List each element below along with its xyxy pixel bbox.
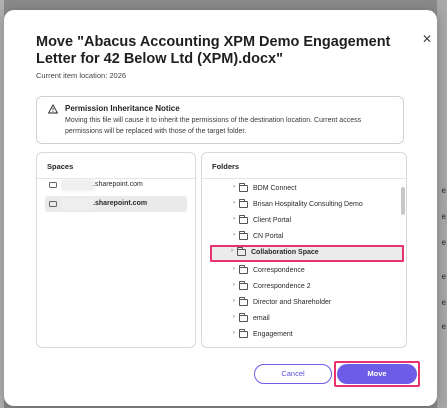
folder-item-selected[interactable]: › Collaboration Space: [210, 245, 404, 262]
chevron-right-icon[interactable]: ›: [233, 330, 235, 336]
dialog-title: Move "Abacus Accounting XPM Demo Engagem…: [36, 34, 391, 67]
folder-label: Director and Shareholder: [253, 299, 332, 306]
move-dialog: ✕ Move "Abacus Accounting XPM Demo Engag…: [4, 10, 437, 406]
chevron-right-icon[interactable]: ›: [231, 248, 233, 254]
spaces-panel: Spaces .sharepoint.com .sharepoint.com: [36, 152, 196, 348]
folder-item[interactable]: › Engagement: [212, 327, 406, 343]
folder-icon: [239, 265, 248, 274]
close-button[interactable]: ✕: [419, 30, 435, 48]
permission-notice: Permission Inheritance Notice Moving thi…: [36, 96, 404, 144]
folder-item[interactable]: › Client Portal: [212, 213, 406, 229]
folders-header: Folders: [202, 153, 406, 179]
folder-item[interactable]: › Director and Shareholder: [212, 295, 406, 311]
move-button[interactable]: Move: [337, 364, 417, 384]
space-label: .sharepoint.com: [93, 181, 143, 188]
warning-triangle-icon: [48, 104, 58, 114]
chevron-right-icon[interactable]: ›: [233, 298, 235, 304]
folder-icon: [239, 329, 248, 338]
space-label: .sharepoint.com: [93, 200, 148, 207]
redacted-site-name: [61, 179, 95, 191]
folder-item[interactable]: › Brisan Hospitality Consulting Demo: [212, 197, 406, 213]
chevron-right-icon[interactable]: ›: [233, 314, 235, 320]
redacted-site-name: [61, 198, 95, 210]
folder-icon: [239, 231, 248, 240]
folder-item[interactable]: › email: [212, 311, 406, 327]
folder-icon: [239, 313, 248, 322]
notice-text: Moving this file will cause it to inheri…: [65, 117, 362, 135]
folder-label: Brisan Hospitality Consulting Demo: [253, 201, 363, 208]
current-location-text: Current item location: 2026: [36, 71, 127, 80]
folder-icon: [239, 281, 248, 290]
cancel-button[interactable]: Cancel: [254, 364, 332, 384]
folder-label: Client Portal: [253, 217, 292, 224]
chevron-right-icon[interactable]: ›: [233, 216, 235, 222]
space-item-selected[interactable]: .sharepoint.com: [45, 196, 187, 212]
folder-icon: [239, 215, 248, 224]
spaces-header: Spaces: [37, 153, 195, 179]
folder-label: CN Portal: [253, 233, 284, 240]
folder-icon: [239, 297, 248, 306]
folder-label: Correspondence 2: [253, 283, 311, 290]
folder-label: BDM Connect: [253, 185, 297, 192]
chevron-right-icon[interactable]: ›: [233, 266, 235, 272]
folder-label: Collaboration Space: [251, 249, 319, 256]
drive-icon: [49, 182, 57, 188]
folders-panel: Folders › BDM Connect › Brisan Hospitali…: [201, 152, 407, 348]
space-item[interactable]: .sharepoint.com: [45, 177, 187, 193]
folder-item[interactable]: › CN Portal: [212, 229, 406, 245]
background-page-right: e e e e e e: [437, 0, 447, 408]
folder-icon: [239, 199, 248, 208]
chevron-right-icon[interactable]: ›: [233, 184, 235, 190]
folder-item[interactable]: › Correspondence 2: [212, 279, 406, 295]
close-icon: ✕: [421, 32, 433, 46]
chevron-right-icon[interactable]: ›: [233, 200, 235, 206]
chevron-right-icon[interactable]: ›: [233, 282, 235, 288]
folder-label: email: [253, 315, 270, 322]
folder-icon: [237, 247, 246, 256]
chevron-right-icon[interactable]: ›: [233, 232, 235, 238]
folder-item[interactable]: › Correspondence: [212, 263, 406, 279]
folder-icon: [239, 183, 248, 192]
folder-label: Correspondence: [253, 267, 305, 274]
folder-item[interactable]: › BDM Connect: [212, 181, 406, 197]
drive-icon: [49, 201, 57, 207]
folder-label: Engagement: [253, 331, 293, 338]
notice-title: Permission Inheritance Notice: [65, 104, 180, 113]
